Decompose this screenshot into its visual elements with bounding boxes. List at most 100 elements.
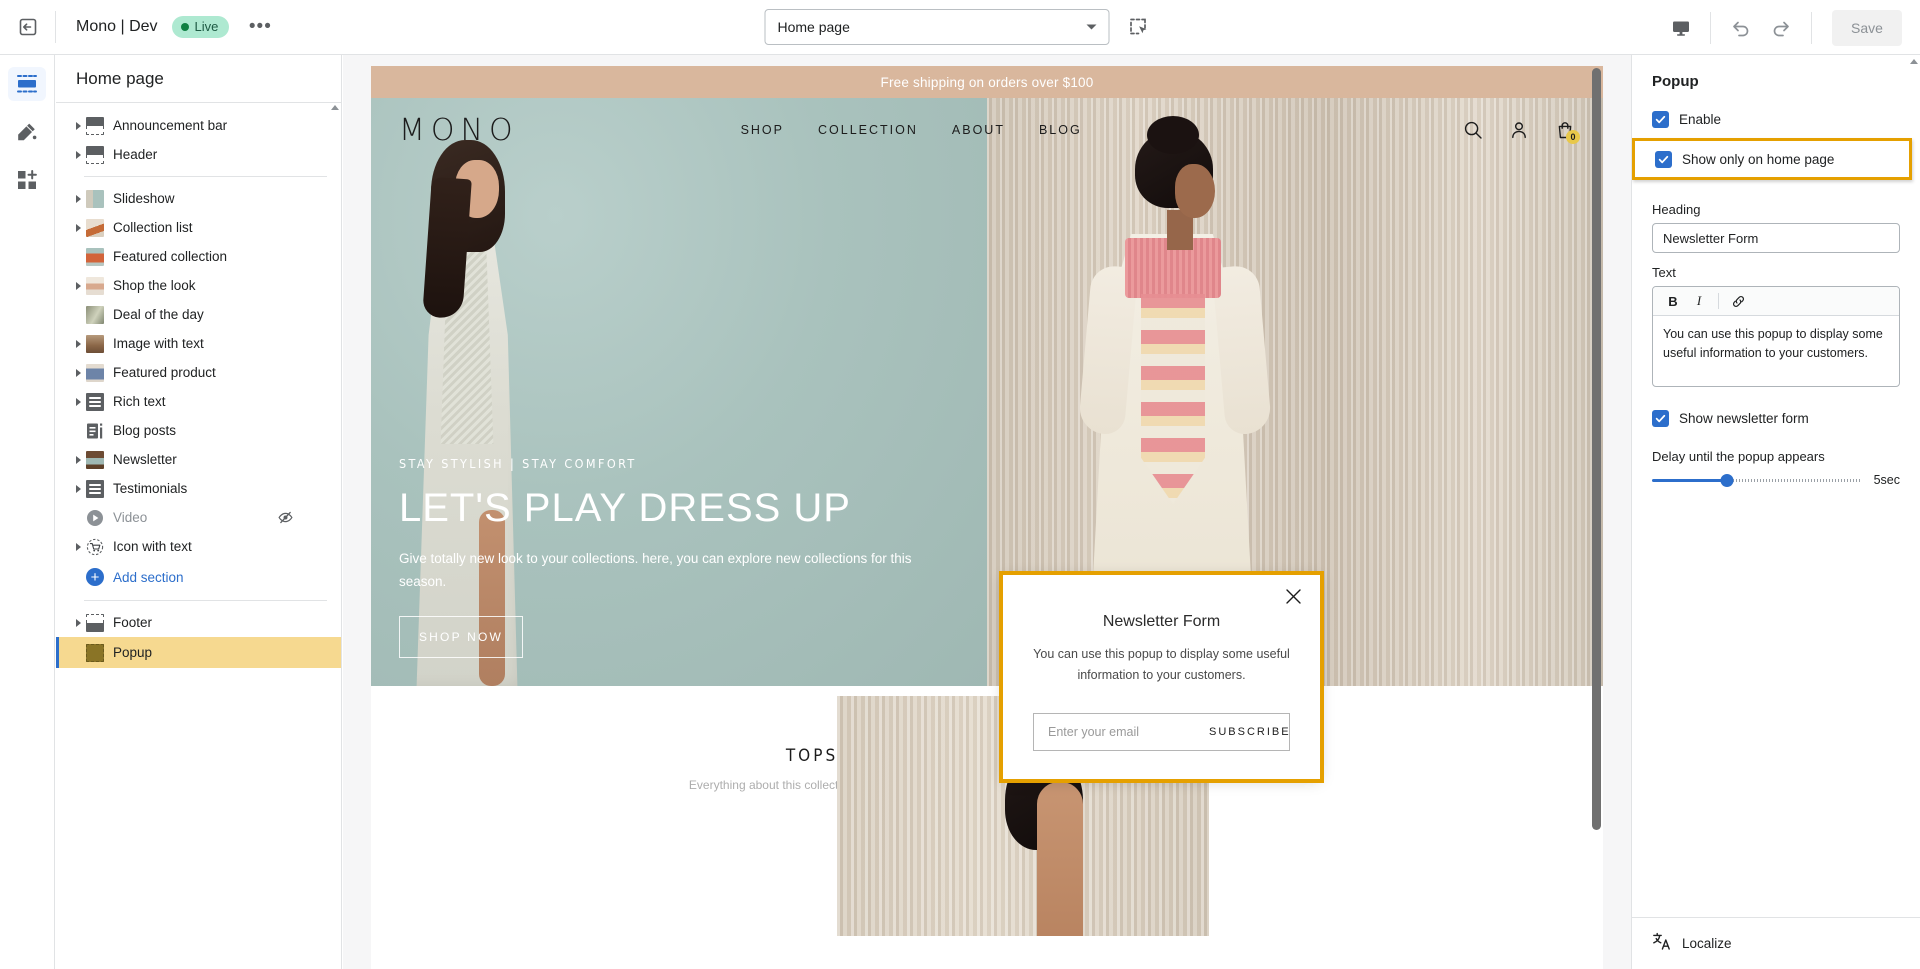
- inspect-element-button[interactable]: [1122, 10, 1156, 44]
- sidebar-item-deal-of-the-day[interactable]: Deal of the day: [56, 300, 341, 329]
- top-bar: Mono | Dev Live ••• Home page Save: [0, 0, 1920, 55]
- hero-slideshow[interactable]: MONO SHOP COLLECTION ABOUT BLOG 0 STAY S…: [371, 98, 1603, 686]
- save-button[interactable]: Save: [1832, 9, 1902, 46]
- chevron-right-icon[interactable]: [70, 618, 86, 627]
- newsletter-subscribe-button[interactable]: SUBSCRIBE: [1209, 726, 1291, 738]
- sidebar-item-footer[interactable]: Footer: [56, 608, 341, 637]
- chevron-right-icon[interactable]: [70, 223, 86, 232]
- sidebar-item-icon-with-text[interactable]: Icon with text: [56, 532, 341, 561]
- rail-button-app-embeds[interactable]: [8, 163, 46, 197]
- nav-link-about[interactable]: ABOUT: [952, 123, 1005, 137]
- localize-bar[interactable]: Localize: [1632, 917, 1920, 969]
- sidebar-item-slideshow[interactable]: Slideshow: [56, 184, 341, 213]
- newsletter-popup[interactable]: Newsletter Form You can use this popup t…: [1003, 575, 1320, 779]
- topbar-separator: [1811, 11, 1812, 44]
- store-logo[interactable]: MONO: [399, 113, 519, 148]
- localize-label: Localize: [1682, 936, 1732, 951]
- sidebar-item-label: Footer: [113, 615, 153, 630]
- sidebar-item-header[interactable]: Header: [56, 140, 341, 169]
- storefront-preview[interactable]: Free shipping on orders over $100 MONO S…: [371, 66, 1603, 969]
- delay-slider-value: 5sec: [1873, 473, 1900, 487]
- chevron-right-icon[interactable]: [70, 281, 86, 290]
- chevron-right-icon[interactable]: [70, 484, 86, 493]
- sidebar-item-blog-posts[interactable]: Blog posts: [56, 416, 341, 445]
- link-button[interactable]: [1726, 290, 1750, 312]
- sidebar-item-shop-the-look[interactable]: Shop the look: [56, 271, 341, 300]
- sidebar-item-popup[interactable]: Popup: [56, 637, 341, 668]
- nav-link-blog[interactable]: BLOG: [1039, 123, 1082, 137]
- testimonials-thumb-icon: [86, 479, 104, 498]
- sidebar-item-collection-list[interactable]: Collection list: [56, 213, 341, 242]
- storefront-header-icons: 0: [1463, 120, 1580, 144]
- delay-slider-label: Delay until the popup appears: [1652, 449, 1825, 464]
- rich-text-content[interactable]: You can use this popup to display some u…: [1653, 316, 1899, 386]
- sidebar-item-label: Rich text: [113, 394, 166, 409]
- heading-input[interactable]: Newsletter Form: [1652, 223, 1900, 253]
- show-only-home-page-checkbox[interactable]: [1655, 150, 1672, 168]
- icon-with-text-thumb-icon: [86, 538, 104, 556]
- more-options-button[interactable]: •••: [245, 14, 275, 40]
- show-newsletter-form-row[interactable]: Show newsletter form: [1632, 403, 1920, 433]
- undo-button[interactable]: [1719, 11, 1761, 45]
- chevron-right-icon[interactable]: [70, 194, 86, 203]
- add-section-button[interactable]: + Add section: [56, 561, 341, 593]
- chevron-right-icon[interactable]: [70, 542, 86, 551]
- nav-link-collection[interactable]: COLLECTION: [818, 123, 918, 137]
- redo-button[interactable]: [1761, 11, 1803, 45]
- rail-button-sections[interactable]: [8, 67, 46, 101]
- close-icon[interactable]: [1284, 587, 1304, 607]
- rail-button-theme-settings[interactable]: [8, 115, 46, 149]
- italic-button[interactable]: I: [1687, 290, 1711, 312]
- left-icon-rail: [0, 55, 55, 969]
- nav-link-shop[interactable]: SHOP: [741, 123, 784, 137]
- status-badge-label: Live: [194, 19, 219, 34]
- chevron-right-icon[interactable]: [70, 150, 86, 159]
- sidebar-item-label: Shop the look: [113, 278, 196, 293]
- device-preview-button[interactable]: [1660, 11, 1702, 45]
- enable-checkbox-row[interactable]: Enable: [1632, 104, 1920, 134]
- bold-button[interactable]: B: [1661, 290, 1685, 312]
- chevron-right-icon[interactable]: [70, 339, 86, 348]
- sidebar-item-rich-text[interactable]: Rich text: [56, 387, 341, 416]
- page-selector[interactable]: Home page: [764, 9, 1110, 45]
- sidebar-item-newsletter[interactable]: Newsletter: [56, 445, 341, 474]
- slider-remaining-track: [1726, 479, 1860, 482]
- show-only-home-page-row[interactable]: Show only on home page: [1632, 138, 1912, 180]
- rich-text-thumb-icon: [86, 392, 104, 411]
- heading-input-value: Newsletter Form: [1663, 230, 1759, 246]
- sidebar-item-label: Featured product: [113, 365, 216, 380]
- sidebar-item-featured-product[interactable]: Featured product: [56, 358, 341, 387]
- hidden-eye-icon[interactable]: [278, 510, 293, 525]
- show-newsletter-form-checkbox[interactable]: [1652, 409, 1669, 427]
- newsletter-thumb-image: [86, 450, 104, 469]
- settings-scroll-area: Popup Enable Show only on home page Head…: [1632, 55, 1920, 915]
- featured-collection-section[interactable]: TOPS Everything about this collection yo…: [371, 686, 1603, 936]
- exit-editor-button[interactable]: [0, 0, 55, 55]
- sidebar-header: Home page: [56, 55, 341, 103]
- cart-icon[interactable]: 0: [1555, 120, 1580, 144]
- chevron-right-icon[interactable]: [70, 455, 86, 464]
- sidebar-item-testimonials[interactable]: Testimonials: [56, 474, 341, 503]
- sidebar-item-image-with-text[interactable]: Image with text: [56, 329, 341, 358]
- settings-panel: Popup Enable Show only on home page Head…: [1631, 55, 1920, 969]
- sidebar-item-video[interactable]: Video: [56, 503, 341, 532]
- enable-checkbox[interactable]: [1652, 110, 1669, 128]
- sidebar-item-label: Deal of the day: [113, 307, 204, 322]
- delay-slider[interactable]: [1652, 472, 1860, 488]
- sidebar-item-announcement-bar[interactable]: Announcement bar: [56, 111, 341, 140]
- hero-cta-button[interactable]: SHOP NOW: [399, 616, 523, 658]
- heading-field-label: Heading: [1652, 202, 1701, 217]
- settings-scrollbar[interactable]: [1910, 59, 1918, 69]
- chevron-right-icon[interactable]: [70, 121, 86, 130]
- slider-thumb[interactable]: [1720, 474, 1734, 487]
- newsletter-email-input[interactable]: [1048, 725, 1209, 740]
- chevron-right-icon[interactable]: [70, 397, 86, 406]
- search-icon[interactable]: [1463, 120, 1483, 140]
- cart-count-badge: 0: [1566, 130, 1580, 144]
- preview-scrollbar[interactable]: [1592, 68, 1601, 830]
- sidebar-item-featured-collection[interactable]: Featured collection: [56, 242, 341, 271]
- exit-arrow-icon: [19, 18, 36, 36]
- chevron-right-icon[interactable]: [70, 368, 86, 377]
- plus-icon: +: [86, 568, 104, 586]
- account-icon[interactable]: [1509, 120, 1529, 140]
